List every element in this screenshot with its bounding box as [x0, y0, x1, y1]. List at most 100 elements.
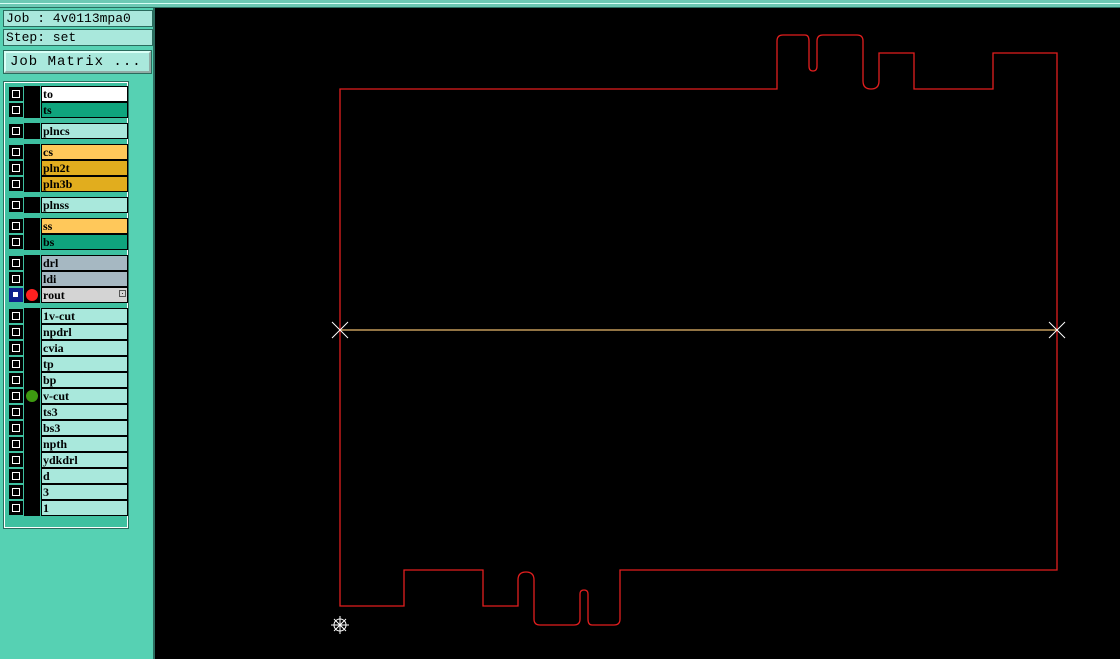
layer-status-cell[interactable]: [24, 420, 40, 436]
layer-status-cell[interactable]: [24, 452, 40, 468]
layer-row[interactable]: 1: [7, 500, 128, 516]
layer-status-cell[interactable]: [24, 388, 40, 404]
layer-checkbox[interactable]: [9, 288, 23, 302]
layer-name[interactable]: plnss: [41, 197, 128, 213]
layer-checkbox[interactable]: [9, 145, 23, 159]
layer-status-cell[interactable]: [24, 86, 40, 102]
layer-name[interactable]: ts: [41, 102, 128, 118]
layer-name[interactable]: to: [41, 86, 128, 102]
layer-row[interactable]: pln3b: [7, 176, 128, 192]
layer-status-cell[interactable]: [24, 324, 40, 340]
layer-row[interactable]: bp: [7, 372, 128, 388]
layer-status-cell[interactable]: [24, 234, 40, 250]
layer-name[interactable]: ydkdrl: [41, 452, 128, 468]
layer-name[interactable]: ldi: [41, 271, 128, 287]
layer-checkbox[interactable]: [9, 103, 23, 117]
layer-checkbox[interactable]: [9, 235, 23, 249]
layer-status-cell[interactable]: [24, 500, 40, 516]
layer-row[interactable]: pln2t: [7, 160, 128, 176]
layer-status-cell[interactable]: [24, 176, 40, 192]
layer-status-cell[interactable]: [24, 436, 40, 452]
layer-status-cell[interactable]: [24, 123, 40, 139]
layer-checkbox[interactable]: [9, 453, 23, 467]
layer-status-cell[interactable]: [24, 197, 40, 213]
layer-name[interactable]: 3: [41, 484, 128, 500]
layer-status-cell[interactable]: [24, 404, 40, 420]
layer-row[interactable]: v-cut: [7, 388, 128, 404]
layer-row[interactable]: npdrl: [7, 324, 128, 340]
layer-row[interactable]: plnss: [7, 197, 128, 213]
layer-row[interactable]: tp: [7, 356, 128, 372]
layer-name[interactable]: cs: [41, 144, 128, 160]
layer-checkbox[interactable]: [9, 437, 23, 451]
layer-status-cell[interactable]: [24, 308, 40, 324]
layer-row[interactable]: ydkdrl: [7, 452, 128, 468]
layer-checkbox[interactable]: [9, 469, 23, 483]
layer-status-cell[interactable]: [24, 372, 40, 388]
layer-row[interactable]: ss: [7, 218, 128, 234]
layer-name[interactable]: plncs: [41, 123, 128, 139]
layer-status-cell[interactable]: [24, 144, 40, 160]
graphics-canvas[interactable]: [155, 8, 1120, 659]
layer-name[interactable]: pln3b: [41, 176, 128, 192]
job-matrix-button[interactable]: Job Matrix ...: [3, 50, 152, 74]
layer-row[interactable]: bs: [7, 234, 128, 250]
layer-checkbox[interactable]: [9, 421, 23, 435]
layer-checkbox[interactable]: [9, 124, 23, 138]
layer-menu-icon[interactable]: [119, 290, 126, 297]
layer-row[interactable]: cvia: [7, 340, 128, 356]
layer-checkbox[interactable]: [9, 177, 23, 191]
layer-status-cell[interactable]: [24, 160, 40, 176]
layer-row[interactable]: npth: [7, 436, 128, 452]
layer-name[interactable]: ts3: [41, 404, 128, 420]
layer-checkbox[interactable]: [9, 389, 23, 403]
layer-name[interactable]: d: [41, 468, 128, 484]
layer-status-cell[interactable]: [24, 468, 40, 484]
layer-name[interactable]: drl: [41, 255, 128, 271]
layer-name[interactable]: pln2t: [41, 160, 128, 176]
layer-row[interactable]: rout: [7, 287, 128, 303]
layer-name[interactable]: ss: [41, 218, 128, 234]
layer-row[interactable]: 3: [7, 484, 128, 500]
layer-row[interactable]: 1v-cut: [7, 308, 128, 324]
layer-checkbox[interactable]: [9, 272, 23, 286]
layer-checkbox[interactable]: [9, 161, 23, 175]
layer-status-cell[interactable]: [24, 484, 40, 500]
layer-status-cell[interactable]: [24, 102, 40, 118]
layer-checkbox[interactable]: [9, 357, 23, 371]
layer-name[interactable]: 1v-cut: [41, 308, 128, 324]
layer-name[interactable]: bs: [41, 234, 128, 250]
layer-row[interactable]: plncs: [7, 123, 128, 139]
layer-status-cell[interactable]: [24, 287, 40, 303]
layer-status-cell[interactable]: [24, 218, 40, 234]
layer-row[interactable]: cs: [7, 144, 128, 160]
layer-status-cell[interactable]: [24, 271, 40, 287]
layer-checkbox[interactable]: [9, 309, 23, 323]
layer-name[interactable]: npth: [41, 436, 128, 452]
layer-name[interactable]: 1: [41, 500, 128, 516]
layer-name[interactable]: v-cut: [41, 388, 128, 404]
layer-status-cell[interactable]: [24, 340, 40, 356]
layer-name[interactable]: rout: [41, 287, 128, 303]
layer-list[interactable]: to ts plncs cs pln2t pln3b plnss ss bs drl ldi rout…: [3, 81, 129, 529]
layer-checkbox[interactable]: [9, 219, 23, 233]
layer-row[interactable]: d: [7, 468, 128, 484]
layer-checkbox[interactable]: [9, 325, 23, 339]
layer-status-cell[interactable]: [24, 356, 40, 372]
layer-row[interactable]: drl: [7, 255, 128, 271]
layer-checkbox[interactable]: [9, 485, 23, 499]
layer-row[interactable]: ts: [7, 102, 128, 118]
layer-row[interactable]: ldi: [7, 271, 128, 287]
layer-row[interactable]: to: [7, 86, 128, 102]
layer-name[interactable]: cvia: [41, 340, 128, 356]
layer-checkbox[interactable]: [9, 501, 23, 515]
layer-checkbox[interactable]: [9, 256, 23, 270]
layer-checkbox[interactable]: [9, 405, 23, 419]
layer-checkbox[interactable]: [9, 87, 23, 101]
layer-name[interactable]: bs3: [41, 420, 128, 436]
layer-status-cell[interactable]: [24, 255, 40, 271]
layer-name[interactable]: tp: [41, 356, 128, 372]
layer-row[interactable]: ts3: [7, 404, 128, 420]
layer-name[interactable]: bp: [41, 372, 128, 388]
layer-name[interactable]: npdrl: [41, 324, 128, 340]
